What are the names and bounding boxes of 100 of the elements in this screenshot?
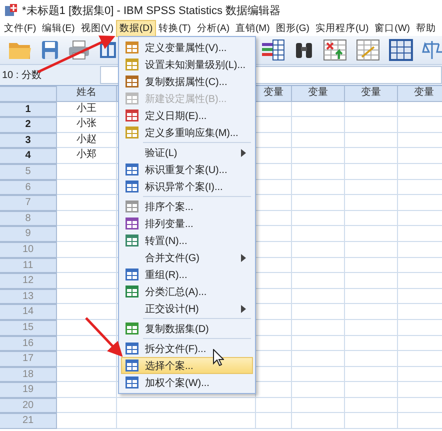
table-cell: [292, 320, 345, 336]
menu-item[interactable]: 定义日期(E)...: [121, 107, 253, 124]
menu-item[interactable]: 定义变量属性(V)...: [121, 39, 253, 56]
table-icon[interactable]: [356, 39, 380, 61]
corner-cell[interactable]: [0, 86, 57, 102]
table-icon[interactable]: [323, 39, 348, 61]
table-icon: [125, 75, 139, 88]
annotation-arrow: [85, 317, 123, 357]
menu-item[interactable]: 排列变量...: [121, 215, 253, 232]
menu-item[interactable]: 转换(T): [156, 20, 194, 36]
table-icon: [125, 342, 139, 355]
table-cell: [292, 195, 345, 211]
menu-item[interactable]: 标识异常个案(I)...: [121, 178, 253, 195]
scale-icon[interactable]: [422, 39, 442, 61]
menu-item[interactable]: 文件(F): [1, 20, 40, 36]
table-icon: [125, 180, 139, 193]
binoculars-icon[interactable]: [294, 40, 314, 60]
table-cell: [57, 304, 117, 320]
menu-item[interactable]: 分析(A): [194, 20, 232, 36]
table-cell: [292, 258, 345, 274]
table-cell: [57, 258, 117, 274]
menu-item[interactable]: 合并文件(G): [121, 249, 253, 266]
menu-item[interactable]: 复制数据集(D): [121, 320, 253, 337]
menu-item[interactable]: 编辑(E): [39, 20, 78, 36]
table-icon: [125, 126, 139, 139]
table-cell: [57, 398, 117, 414]
table-cell: [345, 180, 398, 196]
table-cell: [292, 210, 345, 226]
menu-item[interactable]: 直销(M): [232, 20, 273, 36]
table-cell: [57, 320, 117, 336]
table-cell: [57, 195, 117, 211]
menu-item[interactable]: 图形(G): [272, 20, 312, 36]
table-cell: [292, 242, 345, 258]
table-cell: [292, 304, 345, 320]
menu-item[interactable]: 定义多重响应集(M)...: [121, 124, 253, 141]
table-cell: [292, 398, 345, 414]
row-header[interactable]: 3: [0, 132, 57, 148]
table-icon: [125, 58, 139, 71]
table-cell: [345, 148, 398, 164]
save-icon[interactable]: [40, 40, 59, 60]
table-icon: [125, 234, 139, 247]
table-cell: [292, 102, 345, 118]
menu-item[interactable]: 转置(N)...: [121, 232, 253, 249]
menu-item[interactable]: 加权个案(W)...: [121, 374, 253, 391]
column-header[interactable]: 变量: [292, 86, 345, 102]
table-cell: [345, 288, 398, 304]
table-cell: [345, 273, 398, 289]
variable-list-icon[interactable]: [261, 39, 286, 61]
table-icon: [125, 268, 139, 281]
menu-item[interactable]: 正交设计(H): [121, 300, 253, 317]
menu-item[interactable]: 视图(V): [78, 20, 116, 36]
table-cell: [292, 382, 345, 398]
menu-item[interactable]: 分类汇总(A)...: [121, 283, 253, 300]
submenu-arrow-icon: [241, 149, 246, 157]
menu-item[interactable]: 复制数据属性(C)...: [121, 73, 253, 90]
menu-item[interactable]: 重组(R)...: [121, 266, 253, 283]
table-cell: [345, 117, 398, 133]
table-cell: [345, 304, 398, 320]
submenu-arrow-icon: [241, 305, 246, 313]
menu-item[interactable]: 标识重复个案(U)...: [121, 161, 253, 178]
printer-icon[interactable]: [68, 40, 90, 60]
table-cell: 小王: [57, 102, 117, 118]
row-header[interactable]: 1: [0, 102, 57, 118]
menu-item[interactable]: 数据(D): [116, 20, 156, 36]
table-cell: [57, 242, 117, 258]
row-header[interactable]: 2: [0, 117, 57, 133]
mouse-pointer-icon: [213, 349, 224, 366]
window-title: *未标题1 [数据集0] - IBM SPSS Statistics 数据编辑器: [22, 4, 281, 18]
table-cell: [256, 398, 292, 414]
table-icon: [125, 376, 139, 389]
table-cell: [345, 398, 398, 414]
menu-item[interactable]: 窗口(W): [372, 20, 413, 36]
submenu-arrow-icon: [241, 254, 246, 262]
menu-item[interactable]: 实用程序(U): [312, 20, 372, 36]
menu-item[interactable]: 验证(L): [121, 144, 253, 161]
table-icon: [125, 217, 139, 230]
table-cell: 小赵: [57, 132, 117, 148]
menu-item[interactable]: 帮助: [412, 20, 439, 36]
table-cell: [345, 132, 398, 148]
row-header[interactable]: 4: [0, 148, 57, 164]
menu-item[interactable]: 选择个案...: [121, 357, 253, 374]
menu-item[interactable]: 设置未知测量级别(L)...: [121, 56, 253, 73]
table-icon[interactable]: [389, 39, 414, 61]
table-cell: [57, 226, 117, 242]
table-cell: [292, 148, 345, 164]
table-cell: [345, 320, 398, 336]
column-header[interactable]: 变量: [345, 86, 398, 102]
table-cell: [292, 366, 345, 382]
table-cell: [292, 336, 345, 352]
table-cell: [57, 273, 117, 289]
app-icon: [4, 3, 18, 17]
column-header[interactable]: 姓名: [57, 86, 117, 102]
menu-item[interactable]: 排序个案...: [121, 198, 253, 215]
column-header[interactable]: 变量: [398, 86, 442, 102]
menu-item[interactable]: 拆分文件(F)...: [121, 340, 253, 357]
table-cell: [292, 226, 345, 242]
column-header[interactable]: 变量: [256, 86, 292, 102]
table-cell: [345, 242, 398, 258]
table-cell: [57, 413, 117, 430]
table-cell: [345, 210, 398, 226]
